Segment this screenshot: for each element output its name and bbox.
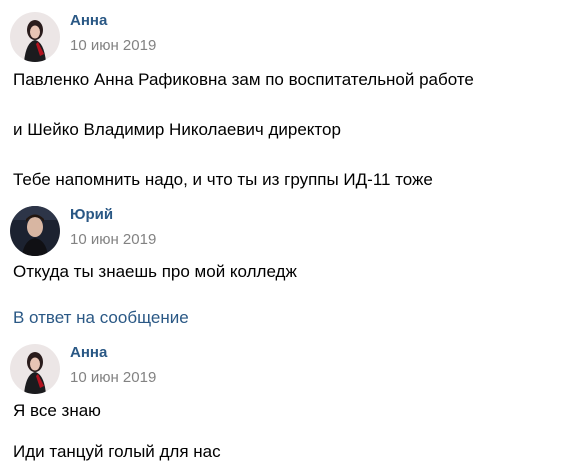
avatar[interactable]: [10, 12, 60, 62]
avatar-anna-icon: [10, 12, 60, 62]
avatar-yuri-icon: [10, 206, 60, 256]
message-text: и Шейко Владимир Николаевич директор: [13, 120, 341, 139]
message-header: Анна 10 июн 2019: [10, 344, 550, 400]
avatar[interactable]: [10, 206, 60, 256]
reply-to-message-link[interactable]: В ответ на сообщение: [13, 308, 189, 328]
message-text: Я все знаю: [13, 401, 101, 420]
author-name[interactable]: Юрий: [70, 206, 113, 224]
message-text: Иди танцуй голый для нас: [13, 442, 221, 461]
message-text: Откуда ты знаешь про мой колледж: [13, 262, 297, 281]
message-date[interactable]: 10 июн 2019: [70, 231, 156, 249]
message-text: Тебе напомнить надо, и что ты из группы …: [13, 170, 433, 189]
avatar[interactable]: [10, 344, 60, 394]
message-date[interactable]: 10 июн 2019: [70, 37, 156, 55]
message-header: Анна 10 июн 2019: [10, 12, 550, 68]
avatar-anna-icon: [10, 344, 60, 394]
message-header: Юрий 10 июн 2019: [10, 206, 550, 262]
author-name[interactable]: Анна: [70, 12, 107, 30]
author-name[interactable]: Анна: [70, 344, 107, 362]
message-date[interactable]: 10 июн 2019: [70, 369, 156, 387]
message-text: Павленко Анна Рафиковна зам по воспитате…: [13, 70, 474, 89]
